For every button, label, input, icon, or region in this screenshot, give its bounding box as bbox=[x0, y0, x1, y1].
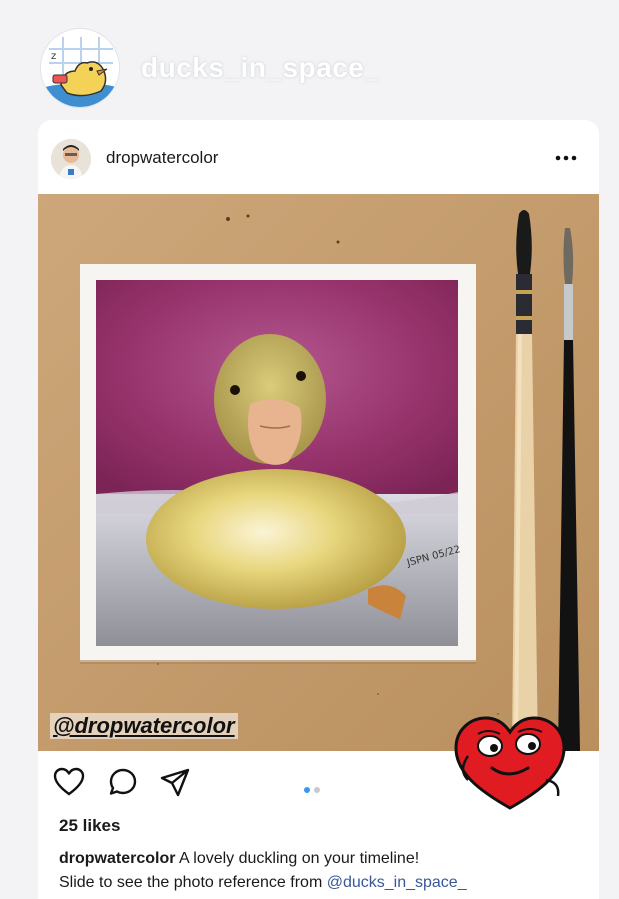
caption-text: A lovely duckling on your timeline! bbox=[179, 850, 420, 867]
post-header: dropwatercolor bbox=[38, 120, 599, 194]
post-avatar[interactable] bbox=[51, 139, 91, 179]
user-photo-icon bbox=[51, 139, 91, 179]
carousel-dots bbox=[304, 780, 324, 798]
duck-avatar-illustration: z bbox=[41, 29, 119, 107]
story-header: z ducks_in_space_ bbox=[0, 0, 619, 118]
heart-face-sticker bbox=[448, 710, 572, 814]
svg-text:z: z bbox=[51, 51, 56, 62]
caption-mention[interactable]: @ducks_in_space_ bbox=[327, 874, 467, 891]
carousel-dot-active[interactable] bbox=[304, 787, 310, 793]
comment-bubble-icon[interactable] bbox=[106, 765, 140, 799]
story-avatar[interactable]: z bbox=[40, 28, 120, 108]
heart-icon[interactable] bbox=[52, 765, 86, 799]
post-username[interactable]: dropwatercolor bbox=[106, 148, 218, 168]
paper-plane-icon[interactable] bbox=[158, 765, 192, 799]
watercolor-duckling-photo: JSPN 05/22 bbox=[38, 194, 599, 751]
carousel-dot[interactable] bbox=[314, 787, 320, 793]
story-username[interactable]: ducks_in_space_ bbox=[141, 52, 380, 84]
post-caption: dropwatercolor A lovely duckling on your… bbox=[59, 847, 589, 895]
caption-username[interactable]: dropwatercolor bbox=[59, 850, 175, 867]
ellipsis-icon[interactable] bbox=[552, 148, 580, 168]
post-photo[interactable]: JSPN 05/22 @dropwatercolor bbox=[38, 194, 599, 751]
photo-watermark: @dropwatercolor bbox=[50, 713, 238, 739]
likes-count[interactable]: 25 likes bbox=[59, 816, 120, 836]
caption-line2: Slide to see the photo reference from bbox=[59, 874, 323, 891]
